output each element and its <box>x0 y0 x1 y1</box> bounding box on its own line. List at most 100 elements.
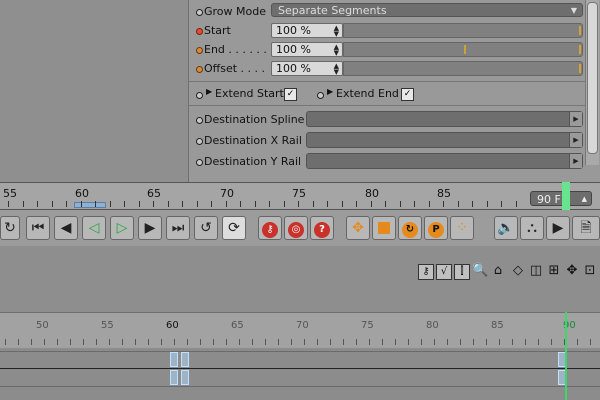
record-loop-icon[interactable]: ↺ <box>194 216 218 240</box>
chevron-right-icon[interactable]: ▶ <box>569 133 582 147</box>
destination-spline-link-field[interactable]: ▶ <box>306 111 583 127</box>
offset-input[interactable]: 100 % ▲ ▼ <box>271 61 343 76</box>
ruler-tick <box>499 339 500 345</box>
ruler-tick <box>265 339 266 345</box>
play-forward-icon[interactable]: ▷ <box>110 216 134 240</box>
destination-spline-animate-dot[interactable] <box>196 117 203 124</box>
stepper-icon[interactable]: ▲ <box>582 192 587 207</box>
ruler-tick <box>399 201 401 207</box>
ruler-tick <box>428 201 430 207</box>
record-key-icon[interactable]: ⚷ <box>258 216 282 240</box>
ruler-label: 70 <box>220 187 234 200</box>
timeline-ruler[interactable]: 55 60 65 70 75 80 85 90 F ▲ <box>0 182 600 210</box>
start-label: Start <box>204 24 231 37</box>
chevron-right-icon[interactable]: ▶ <box>569 112 582 126</box>
scrollbar-thumb[interactable] <box>587 2 598 154</box>
offset-slider[interactable] <box>343 61 583 76</box>
search-icon[interactable]: 🔍 <box>472 264 488 280</box>
offset-animate-dot[interactable] <box>196 66 203 73</box>
scale-icon[interactable] <box>372 216 396 240</box>
go-to-end-icon[interactable]: ⏭ <box>166 216 190 240</box>
add-icon[interactable]: ⊞ <box>546 264 562 280</box>
loop-icon[interactable]: ↻ <box>0 216 20 240</box>
ruler-tick <box>22 201 24 207</box>
ruler-tick <box>472 201 473 207</box>
ruler-ticks <box>0 339 600 348</box>
grow-mode-dropdown[interactable]: Separate Segments ▼ <box>271 3 583 17</box>
ruler-tick <box>551 339 552 345</box>
stepper-icon[interactable]: ▲ ▼ <box>334 63 339 76</box>
slider-marker <box>464 45 466 54</box>
start-slider[interactable] <box>343 23 583 38</box>
parameter-icon[interactable]: P <box>424 216 448 240</box>
previous-key-icon[interactable]: ◀ <box>54 216 78 240</box>
end-animate-dot[interactable] <box>196 47 203 54</box>
extend-end-checkbox[interactable]: ✓ <box>401 88 414 101</box>
divider <box>189 81 585 82</box>
render-preview-icon[interactable]: ▶ <box>546 216 570 240</box>
home-icon[interactable]: ⌂ <box>490 264 506 280</box>
sound-icon[interactable]: 🔊 <box>494 216 518 240</box>
dopesheet-tracks[interactable] <box>0 348 600 400</box>
next-key-icon[interactable]: ▶ <box>138 216 162 240</box>
grow-mode-label: Grow Mode <box>204 5 266 18</box>
stepper-icon[interactable]: ▲ ▼ <box>334 44 339 57</box>
ruler-tick <box>109 201 111 207</box>
end-slider[interactable] <box>343 42 583 57</box>
ruler-tick <box>18 339 19 345</box>
motion-icon[interactable]: ⛬ <box>520 216 544 240</box>
destination-x-rail-animate-dot[interactable] <box>196 138 203 145</box>
start-value: 100 % <box>276 24 311 37</box>
destination-x-rail-link-field[interactable]: ▶ <box>306 132 583 148</box>
rotate-icon[interactable]: ↻ <box>398 216 422 240</box>
ruler-label: 85 <box>491 320 504 331</box>
keyframe-selection-icon[interactable]: ? <box>310 216 334 240</box>
keyframe[interactable] <box>170 352 178 367</box>
extend-end-label: Extend End <box>336 87 399 100</box>
go-to-start-icon[interactable]: ⏮ <box>26 216 50 240</box>
loop-mode-icon[interactable]: ⟳ <box>222 216 246 240</box>
extend-start-checkbox[interactable]: ✓ <box>284 88 297 101</box>
autokey-icon[interactable]: ◎ <box>284 216 308 240</box>
move-icon[interactable]: ✥ <box>346 216 370 240</box>
view-icon[interactable]: ◇ <box>510 264 526 280</box>
extend-start-label: Extend Start <box>215 87 284 100</box>
extend-end-animate-dot[interactable] <box>317 92 324 99</box>
ruler-tick <box>182 201 183 207</box>
fullscreen-icon[interactable]: ⊡ <box>582 264 598 280</box>
dopesheet-playhead[interactable] <box>565 312 567 400</box>
motion-mode-icon[interactable]: ⫿ <box>454 264 470 280</box>
keyframe[interactable] <box>181 370 189 385</box>
play-backward-icon[interactable]: ◁ <box>82 216 106 240</box>
ruler-tick <box>269 201 270 207</box>
ruler-tick <box>66 201 67 207</box>
ruler-tick <box>83 339 84 345</box>
end-input[interactable]: 100 % ▲ ▼ <box>271 42 343 57</box>
extend-start-animate-dot[interactable] <box>196 92 203 99</box>
keyframe-range-marker[interactable] <box>74 202 106 208</box>
point-level-icon[interactable]: ⁘ <box>450 216 474 240</box>
ruler-tick <box>44 339 45 345</box>
end-label: End <box>204 43 225 56</box>
keyframe[interactable] <box>181 352 189 367</box>
stepper-icon[interactable]: ▲ ▼ <box>334 25 339 38</box>
file-icon[interactable]: 🗎 <box>572 216 600 240</box>
current-frame-field[interactable]: 90 F ▲ <box>530 191 592 206</box>
ruler-tick <box>109 339 110 345</box>
frame-all-icon[interactable]: ◫ <box>528 264 544 280</box>
destination-y-rail-animate-dot[interactable] <box>196 159 203 166</box>
move-view-icon[interactable]: ✥ <box>564 264 580 280</box>
start-animate-dot[interactable] <box>196 28 203 35</box>
grow-mode-animate-dot[interactable] <box>196 9 203 16</box>
fcurve-mode-icon[interactable]: √ <box>436 264 452 280</box>
ruler-tick <box>501 201 502 207</box>
destination-y-rail-link-field[interactable]: ▶ <box>306 153 583 169</box>
ruler-tick <box>254 201 256 207</box>
start-input[interactable]: 100 % ▲ ▼ <box>271 23 343 38</box>
timeline-playhead[interactable] <box>562 182 570 210</box>
track-divider <box>0 351 600 352</box>
ruler-tick <box>153 201 154 207</box>
chevron-right-icon[interactable]: ▶ <box>569 154 582 168</box>
key-mode-icon[interactable]: ⚷ <box>418 264 434 280</box>
keyframe[interactable] <box>170 370 178 385</box>
